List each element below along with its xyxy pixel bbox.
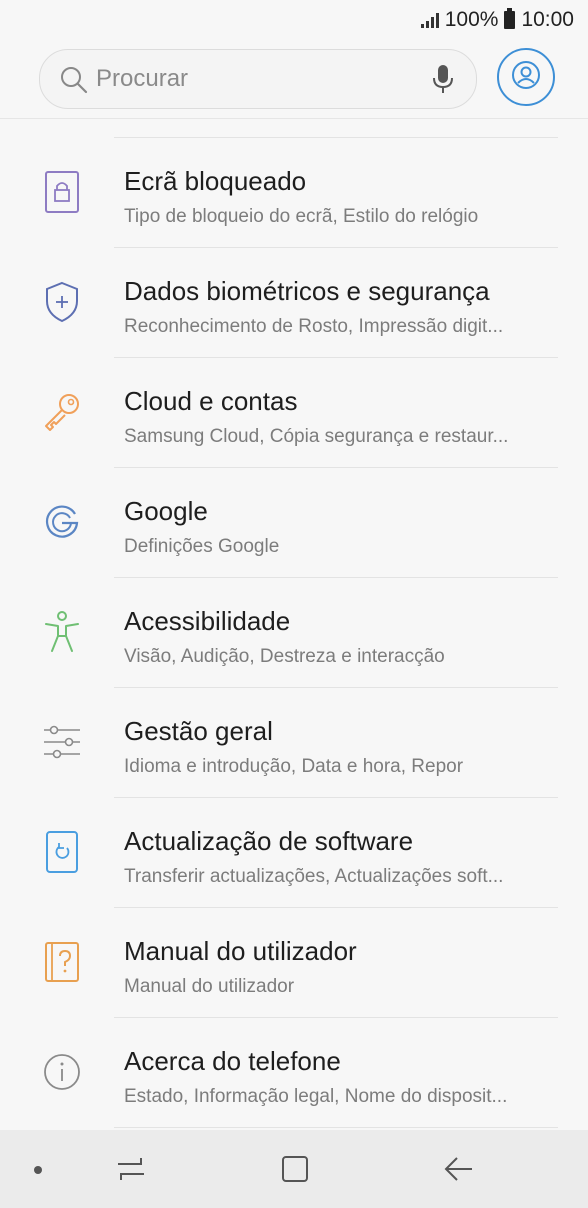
status-right: 100% 10:00: [420, 8, 574, 32]
setting-title: Ecrã bloqueado: [124, 166, 307, 196]
search-bar[interactable]: [39, 49, 477, 109]
clock: 10:00: [521, 8, 574, 31]
setting-title: Cloud e contas: [124, 386, 298, 416]
setting-subtitle: Idioma e introdução, Data e hora, Repor: [124, 756, 464, 777]
setting-item-general-management[interactable]: Gestão geral Idioma e introdução, Data e…: [0, 688, 588, 798]
setting-title: Google: [124, 496, 208, 526]
recent-apps-button[interactable]: [114, 1152, 148, 1191]
setting-subtitle: Transferir actualizações, Actualizações …: [124, 866, 504, 887]
setting-subtitle: Definições Google: [124, 536, 280, 557]
search-icon: [60, 66, 88, 99]
lock-screen-icon: [38, 168, 86, 216]
setting-subtitle: Manual do utilizador: [124, 976, 295, 997]
search-input[interactable]: [96, 62, 436, 96]
divider: [114, 1127, 558, 1128]
setting-item-cloud-accounts[interactable]: Cloud e contas Samsung Cloud, Cópia segu…: [0, 358, 588, 468]
setting-subtitle: Samsung Cloud, Cópia segurança e restaur…: [124, 426, 509, 447]
setting-item-lock-screen[interactable]: Ecrã bloqueado Tipo de bloqueio do ecrã,…: [0, 138, 588, 248]
setting-item-about-phone[interactable]: Acerca do telefone Estado, Informação le…: [0, 1018, 588, 1128]
setting-subtitle: Visão, Audição, Destreza e interacção: [124, 646, 445, 667]
setting-title: Acessibilidade: [124, 606, 291, 636]
info-icon: [38, 1048, 86, 1096]
microphone-icon[interactable]: [432, 64, 454, 99]
setting-item-google[interactable]: Google Definições Google: [0, 468, 588, 578]
accessibility-icon: [38, 608, 86, 656]
status-bar: 100% 10:00: [0, 0, 588, 40]
manual-icon: [38, 938, 86, 986]
nav-dot-indicator: [34, 1166, 42, 1174]
setting-title: Actualização de software: [124, 826, 414, 856]
setting-item-user-manual[interactable]: Manual do utilizador Manual do utilizado…: [0, 908, 588, 1018]
setting-title: Dados biométricos e segurança: [124, 276, 490, 306]
setting-subtitle: Estado, Informação legal, Nome do dispos…: [124, 1086, 508, 1107]
profile-button[interactable]: [497, 48, 555, 106]
setting-title: Gestão geral: [124, 716, 273, 746]
setting-item-accessibility[interactable]: Acessibilidade Visão, Audição, Destreza …: [0, 578, 588, 688]
sliders-icon: [38, 718, 86, 766]
setting-item-software-update[interactable]: Actualização de software Transferir actu…: [0, 798, 588, 908]
software-update-icon: [38, 828, 86, 876]
battery-icon: [504, 8, 516, 29]
setting-title: Manual do utilizador: [124, 936, 357, 966]
back-button[interactable]: [442, 1152, 476, 1191]
setting-item-biometrics[interactable]: Dados biométricos e segurança Reconhecim…: [0, 248, 588, 358]
search-header: [0, 40, 588, 119]
navigation-bar: [0, 1130, 588, 1208]
signal-icon: [420, 12, 439, 28]
battery-text: 100%: [444, 8, 499, 31]
shield-icon: [38, 278, 86, 326]
setting-subtitle: Tipo de bloqueio do ecrã, Estilo do reló…: [124, 206, 479, 227]
home-button[interactable]: [278, 1152, 312, 1191]
key-icon: [38, 388, 86, 436]
user-icon: [511, 60, 541, 95]
setting-title: Acerca do telefone: [124, 1046, 341, 1076]
setting-subtitle: Reconhecimento de Rosto, Impressão digit…: [124, 316, 504, 337]
google-icon: [38, 498, 86, 546]
